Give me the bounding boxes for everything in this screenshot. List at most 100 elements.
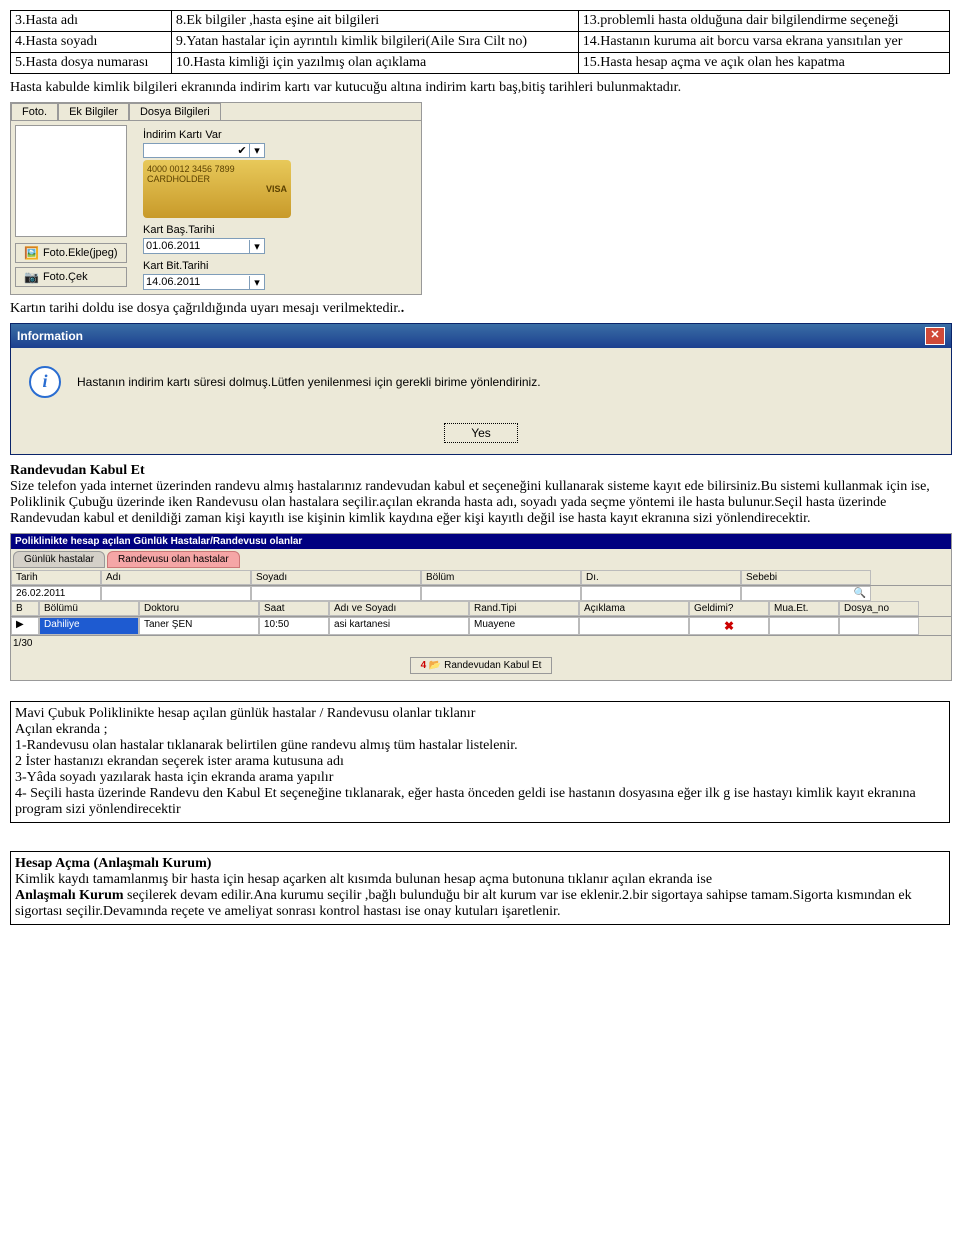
kabul-label: Randevudan Kabul Et xyxy=(444,660,541,671)
indirim-karti-var-checkbox[interactable]: ✔▾ xyxy=(143,143,265,158)
cell-10: 10.Hasta kimliği için yazılmış olan açık… xyxy=(171,53,578,74)
foto-ekle-button[interactable]: 🖼️ Foto.Ekle(jpeg) xyxy=(15,243,127,263)
check-icon: ✔ xyxy=(235,144,249,157)
paragraph-randevu: Size telefon yada internet üzerinden ran… xyxy=(10,479,930,526)
label-kart-bas: Kart Baş.Tarihi xyxy=(143,224,291,236)
foto-ekle-label: Foto.Ekle(jpeg) xyxy=(43,247,118,259)
kart-bit-date-field[interactable]: 14.06.2011▾ xyxy=(143,274,265,290)
foto-cek-label: Foto.Çek xyxy=(43,271,88,283)
dialog-title: Information xyxy=(17,329,83,343)
table-row[interactable]: ▶ Dahiliye Taner ŞEN 10:50 asi kartanesi… xyxy=(11,617,951,635)
tab-foto[interactable]: Foto. xyxy=(11,103,58,120)
cell-bolumu: Dahiliye xyxy=(39,617,139,635)
cell-13: 13.problemli hasta olduğuna dair bilgile… xyxy=(578,11,949,32)
filter-adi[interactable] xyxy=(101,586,251,601)
dialog-titlebar: Information ✕ xyxy=(11,324,951,348)
credit-card-preview: 4000 0012 3456 7899 CARDHOLDER VISA xyxy=(143,160,291,218)
hesap-anlasmali: Anlaşmalı Kurum xyxy=(15,888,124,903)
tab-dosyabilgileri[interactable]: Dosya Bilgileri xyxy=(129,103,221,120)
search-icon[interactable]: 🔍 xyxy=(854,588,866,599)
randevudan-kabul-et-button[interactable]: 4 📂 Randevudan Kabul Et xyxy=(410,657,553,674)
grid-filter-row[interactable]: 26.02.2011 🔍 xyxy=(11,586,951,601)
col-adi: Adı xyxy=(101,570,251,585)
yes-button[interactable]: Yes xyxy=(444,423,518,443)
heading-randevudan-kabul-et: Randevudan Kabul Et xyxy=(10,463,145,478)
grid-header-1: Tarih Adı Soyadı Bölüm Dı. Sebebi xyxy=(11,570,951,586)
add-photo-icon: 🖼️ xyxy=(24,246,39,260)
mavi-cubuk-section: Mavi Çubuk Poliklinikte hesap açılan gün… xyxy=(10,701,950,823)
col-sebebi: Sebebi xyxy=(741,570,871,585)
tab-ekbilgiler[interactable]: Ek Bilgiler xyxy=(58,103,129,120)
mavi-l2: Açılan ekranda ; xyxy=(15,722,108,737)
cell-doktoru: Taner ŞEN xyxy=(139,617,259,635)
col-geldimi: Geldimi? xyxy=(689,601,769,616)
col-adsoyad: Adı ve Soyadı xyxy=(329,601,469,616)
filter-soyadi[interactable] xyxy=(251,586,421,601)
cell-14: 14.Hastanın kuruma ait borcu varsa ekran… xyxy=(578,32,949,53)
col-randtipi: Rand.Tipi xyxy=(469,601,579,616)
cell-adsoyad: asi kartanesi xyxy=(329,617,469,635)
cell-saat: 10:50 xyxy=(259,617,329,635)
mapping-table: 3.Hasta adı 8.Ek bilgiler ,hasta eşine a… xyxy=(10,10,950,74)
kart-bas-value: 01.06.2011 xyxy=(144,239,249,253)
mavi-l3: 1-Randevusu olan hastalar tıklanarak bel… xyxy=(15,738,518,753)
pager: 1/30 xyxy=(11,635,951,651)
cell-8: 8.Ek bilgiler ,hasta eşine ait bilgileri xyxy=(171,11,578,32)
dialog-message: Hastanın indirim kartı süresi dolmuş.Lüt… xyxy=(77,375,541,389)
paragraph-uyari: Kartın tarihi doldu ise dosya çağrıldığı… xyxy=(10,301,950,317)
col-marker: B xyxy=(11,601,39,616)
cc-holder: CARDHOLDER xyxy=(147,174,287,184)
cell-15: 15.Hasta hesap açma ve açık olan hes kap… xyxy=(578,53,949,74)
col-saat: Saat xyxy=(259,601,329,616)
chevron-down-icon: ▾ xyxy=(249,240,264,253)
cell-3: 3.Hasta adı xyxy=(11,11,172,32)
kart-bit-value: 14.06.2011 xyxy=(144,275,249,289)
col-dosyano: Dosya_no xyxy=(839,601,919,616)
tab-gunluk-hastalar[interactable]: Günlük hastalar xyxy=(13,551,105,568)
cross-icon: ✖ xyxy=(724,619,734,633)
hesap-l1: Kimlik kaydı tamamlanmış bir hasta için … xyxy=(15,872,712,887)
col-aciklama: Açıklama xyxy=(579,601,689,616)
cell-9: 9.Yatan hastalar için ayrıntılı kimlik b… xyxy=(171,32,578,53)
mavi-l6: 4- Seçili hasta üzerinde Randevu den Kab… xyxy=(15,786,916,817)
hesap-heading: Hesap Açma (Anlaşmalı Kurum) xyxy=(15,856,211,871)
photo-placeholder xyxy=(15,125,127,237)
foto-cek-button[interactable]: 📷 Foto.Çek xyxy=(15,267,127,287)
panel-title: Poliklinikte hesap açılan Günlük Hastala… xyxy=(11,534,951,549)
hesap-l2b: seçilerek devam edilir.Ana kurumu seçili… xyxy=(15,888,912,919)
cc-brand: VISA xyxy=(147,184,287,194)
tabs: Foto. Ek Bilgiler Dosya Bilgileri xyxy=(11,103,421,121)
col-di: Dı. xyxy=(581,570,741,585)
chevron-down-icon: ▾ xyxy=(249,144,264,157)
row-marker: ▶ xyxy=(11,617,39,635)
cell-4: 4.Hasta soyadı xyxy=(11,32,172,53)
grid-header-2: B Bölümü Doktoru Saat Adı ve Soyadı Rand… xyxy=(11,601,951,617)
information-dialog: Information ✕ i Hastanın indirim kartı s… xyxy=(10,323,952,455)
col-soyadi: Soyadı xyxy=(251,570,421,585)
label-kart-bit: Kart Bit.Tarihi xyxy=(143,260,291,272)
col-bolumu: Bölümü xyxy=(39,601,139,616)
kart-bas-date-field[interactable]: 01.06.2011▾ xyxy=(143,238,265,254)
filter-tarih[interactable]: 26.02.2011 xyxy=(11,586,101,601)
mavi-l4: 2 İster hastanızı ekrandan seçerek ister… xyxy=(15,754,344,769)
col-tarih: Tarih xyxy=(11,570,101,585)
discount-card-panel: Foto. Ek Bilgiler Dosya Bilgileri 🖼️ Fot… xyxy=(10,102,422,295)
camera-icon: 📷 xyxy=(24,270,39,284)
hesap-acma-section: Hesap Açma (Anlaşmalı Kurum) Kimlik kayd… xyxy=(10,851,950,925)
cc-number: 4000 0012 3456 7899 xyxy=(147,164,287,174)
mavi-l5: 3-Yâda soyadı yazılarak hasta için ekran… xyxy=(15,770,333,785)
cell-randtipi: Muayene xyxy=(469,617,579,635)
info-icon: i xyxy=(29,366,61,398)
randevu-list-panel: Poliklinikte hesap açılan Günlük Hastala… xyxy=(10,533,952,681)
col-bolum: Bölüm xyxy=(421,570,581,585)
paragraph-indirim: Hasta kabulde kimlik bilgileri ekranında… xyxy=(10,80,950,96)
cell-aciklama xyxy=(579,617,689,635)
mavi-l1: Mavi Çubuk Poliklinikte hesap açılan gün… xyxy=(15,706,475,721)
chevron-down-icon: ▾ xyxy=(249,276,264,289)
folder-icon: 📂 xyxy=(429,660,441,671)
cell-muaet xyxy=(769,617,839,635)
tab-randevusu-olan[interactable]: Randevusu olan hastalar xyxy=(107,551,240,568)
label-indirim-karti: İndirim Kartı Var xyxy=(143,129,291,141)
close-icon[interactable]: ✕ xyxy=(925,327,945,345)
cell-5: 5.Hasta dosya numarası xyxy=(11,53,172,74)
